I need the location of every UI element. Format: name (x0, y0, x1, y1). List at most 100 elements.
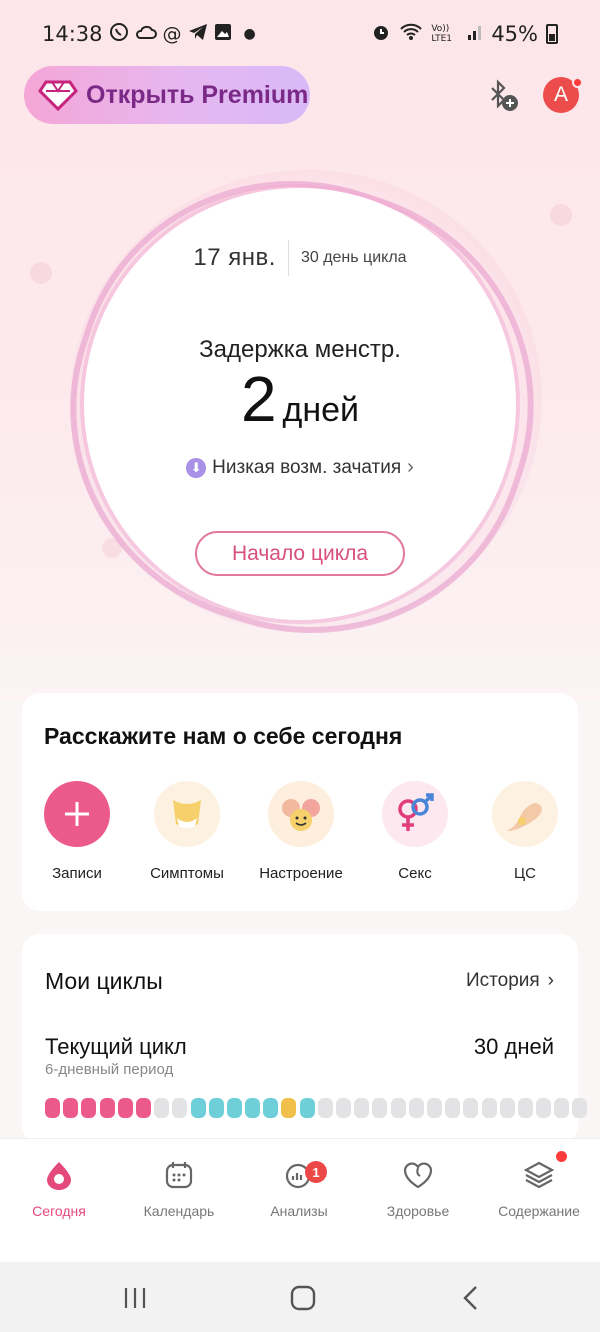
tab-health[interactable]: Здоровье (363, 1159, 473, 1219)
tab-label: Сегодня (32, 1203, 86, 1219)
tab-calendar[interactable]: Календарь (124, 1159, 234, 1219)
calendar-icon (124, 1159, 234, 1191)
status-time: 14:38 (42, 22, 103, 46)
cycle-day-dot-fertile (299, 1098, 315, 1118)
delay-unit: дней (282, 391, 360, 429)
cycle-day-dot-normal (572, 1098, 588, 1118)
cycle-day-dot-normal (499, 1098, 515, 1118)
cervical-mucus-icon (492, 781, 558, 847)
tab-content[interactable]: Содержание (484, 1159, 594, 1219)
date-row: 17 янв. 30 день цикла (0, 240, 600, 276)
home-icon (290, 1285, 316, 1311)
cycle-day-dot-normal (336, 1098, 351, 1118)
signal-icon (467, 23, 483, 46)
cycle-day-dot-ovulation (281, 1098, 297, 1118)
cycle-day-strip (45, 1098, 588, 1118)
down-arrow-icon: ⬇ (186, 457, 207, 478)
bottom-tab-bar: Сегодня Календарь Анализы 1 Здоровье Сод… (0, 1138, 600, 1262)
delay-label: Задержка менстр. (199, 336, 401, 363)
whatsapp-icon (109, 22, 129, 47)
cycle-day-dot-normal (372, 1098, 388, 1118)
cycle-day: 30 день цикла (300, 249, 407, 266)
action-label: Записи (52, 865, 102, 882)
bluetooth-add-icon (491, 79, 518, 111)
start-cycle-button[interactable]: Начало цикла (195, 531, 405, 576)
cycle-day-dot-normal (426, 1098, 442, 1118)
cycle-day-dot-normal (154, 1098, 170, 1118)
cycle-day-dot-normal (408, 1098, 424, 1118)
action-mood[interactable]: Настроение (246, 781, 356, 882)
home-button[interactable] (282, 1284, 322, 1312)
gallery-icon (214, 23, 232, 46)
content-notification-dot (556, 1151, 567, 1162)
chevron-right-icon: › (407, 456, 414, 478)
action-label: Симптомы (150, 865, 224, 882)
tab-label: Календарь (143, 1203, 215, 1219)
delay-value: 2 дней (0, 362, 600, 436)
open-premium-button[interactable]: Открыть Premium (24, 66, 310, 124)
tab-analysis[interactable]: Анализы (244, 1159, 354, 1219)
today-drop-icon (4, 1159, 114, 1191)
date-separator (287, 240, 289, 276)
today-date: 17 янв. (193, 244, 276, 271)
action-label: Настроение (259, 865, 343, 882)
action-symptoms[interactable]: Симптомы (132, 781, 242, 882)
cycle-day-dot-fertile (226, 1098, 242, 1118)
cycle-day-dot-normal (317, 1098, 333, 1118)
dot-icon: ● (243, 26, 256, 42)
heart-icon (363, 1159, 473, 1191)
current-cycle-title: Текущий цикл (45, 1034, 187, 1059)
cycle-day-dot-normal (554, 1098, 570, 1118)
recent-apps-icon (124, 1288, 146, 1308)
bluetooth-add-button[interactable] (484, 78, 520, 114)
wifi-icon (399, 22, 423, 47)
cycle-day-dot-normal (463, 1098, 479, 1118)
cycle-day-dot-period (99, 1098, 115, 1118)
cycle-day-dot-normal (536, 1098, 552, 1118)
chance-label: Низкая возм. зачатия (212, 456, 402, 478)
back-button[interactable] (452, 1284, 492, 1312)
cycle-day-dot-period (45, 1098, 60, 1118)
cycle-day-dot-fertile (190, 1098, 206, 1118)
diamond-icon (38, 78, 78, 112)
action-label: ЦС (514, 865, 536, 882)
action-notes[interactable]: Записи (22, 781, 132, 882)
back-icon (463, 1286, 477, 1310)
at-icon: @ (162, 23, 182, 45)
battery-icon (546, 24, 558, 44)
network-label: Vo)) LTE1 (431, 24, 452, 44)
my-cycles-title: Мои циклы (45, 968, 163, 994)
my-cycles-card: Мои циклы История › Текущий цикл 30 дней… (22, 934, 588, 1144)
cycle-day-dot-normal (390, 1098, 406, 1118)
tab-label: Анализы (270, 1203, 328, 1219)
cycle-day-dot-normal (481, 1098, 497, 1118)
recent-apps-button[interactable] (116, 1284, 156, 1312)
conception-chance-link[interactable]: ⬇ Низкая возм. зачатия › (0, 456, 600, 479)
action-cm[interactable]: ЦС (470, 781, 580, 882)
cycle-day-dot-fertile (263, 1098, 279, 1118)
battery-percent: 45% (491, 22, 538, 46)
action-label: Секс (398, 865, 432, 882)
body-icon (154, 781, 220, 847)
current-cycle-days: 30 дней (473, 1034, 554, 1059)
mood-faces-icon (268, 781, 334, 847)
plus-icon (44, 781, 110, 847)
tab-today[interactable]: Сегодня (4, 1159, 114, 1219)
cycle-day-dot-fertile (245, 1098, 261, 1118)
alarm-icon (371, 22, 391, 47)
history-link[interactable]: История › (466, 970, 554, 992)
action-sex[interactable]: Секс (360, 781, 470, 882)
telegram-icon (188, 23, 208, 46)
tab-label: Содержание (498, 1203, 580, 1219)
cloud-icon (135, 23, 157, 46)
tab-label: Здоровье (386, 1203, 450, 1219)
cycle-day-dot-normal (445, 1098, 461, 1118)
analysis-chart-icon (244, 1159, 354, 1191)
avatar-letter: A (553, 83, 568, 106)
delay-number: 2 (240, 363, 277, 435)
cycle-day-dot-normal (517, 1098, 533, 1118)
cycle-day-dot-period (63, 1098, 79, 1118)
gender-symbols-icon (382, 781, 448, 847)
status-bar: 14:38 @ ● Vo)) LTE1 45% (0, 0, 600, 68)
cycle-day-dot-period (135, 1098, 151, 1118)
